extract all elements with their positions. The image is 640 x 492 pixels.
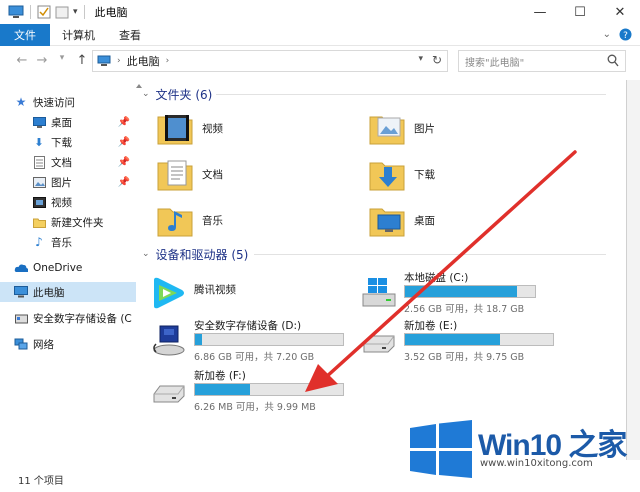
watermark: Win10 之家 www.win10xitong.com xyxy=(400,412,636,486)
item-count: 11 个项目 xyxy=(18,475,64,487)
arrow-shaft xyxy=(323,150,577,380)
windows-logo-icon xyxy=(410,420,472,478)
arrow-head xyxy=(305,364,338,392)
watermark-url: www.win10xitong.com xyxy=(480,458,593,469)
